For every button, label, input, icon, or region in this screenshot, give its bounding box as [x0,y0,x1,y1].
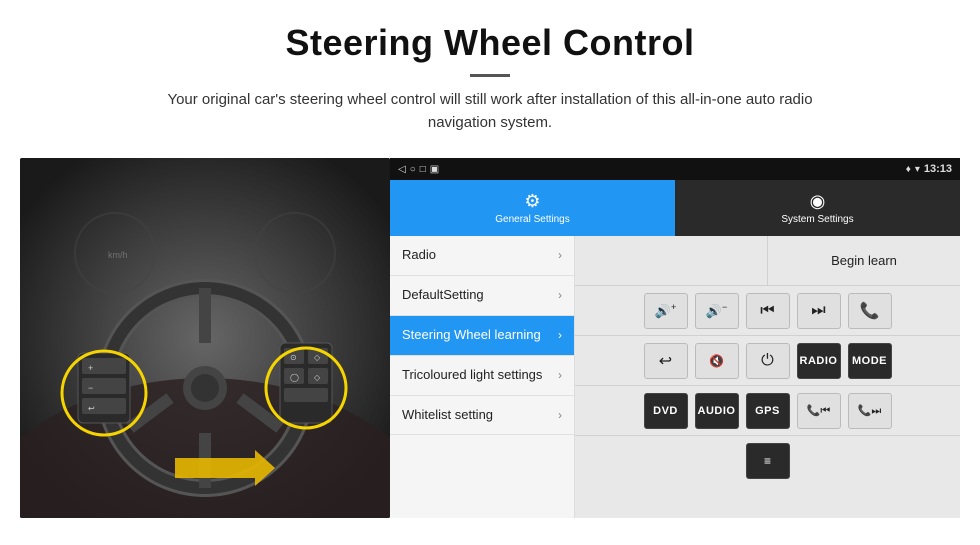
menu-item-steering-label: Steering Wheel learning [402,327,558,344]
content-area: + − ↩ ⊙ ◇ ◯ ◇ [20,158,960,518]
menu-item-whitelist-label: Whitelist setting [402,407,558,424]
mute-icon: 🔇 [709,354,724,368]
home-icon: ○ [410,164,416,175]
left-menu: Radio › DefaultSetting › Steering Wheel … [390,236,575,518]
list-icon: ≡ [764,454,771,468]
gps-label: GPS [755,405,780,417]
chevron-icon: › [558,368,562,382]
svg-text:◯: ◯ [290,373,299,382]
mode-button[interactable]: MODE [848,343,892,379]
page-header: Steering Wheel Control Your original car… [0,0,980,144]
vol-up-button[interactable]: 🔊+ [644,293,688,329]
answer-icon: ↩ [659,351,672,371]
power-icon: ⏻ [761,352,774,370]
tab-system-settings[interactable]: ◉ System Settings [675,180,960,236]
menu-item-radio-label: Radio [402,247,558,264]
svg-text:−: − [88,383,93,393]
chevron-icon: › [558,248,562,262]
main-body: Radio › DefaultSetting › Steering Wheel … [390,236,960,518]
right-panel: Begin learn 🔊+ 🔊− ⏮ ⏭ [575,236,960,518]
gps-button[interactable]: GPS [746,393,790,429]
dvd-label: DVD [653,405,678,417]
status-right: ♦ ▾ 13:13 [906,163,952,175]
control-row-2: 🔊+ 🔊− ⏮ ⏭ 📞 [575,286,960,336]
call-next-button[interactable]: 📞⏭ [848,393,892,429]
vol-down-icon: 🔊− [706,302,727,319]
nav-icons: ◁ ○ □ ▣ [398,164,439,175]
menu-item-whitelist[interactable]: Whitelist setting › [390,396,574,436]
system-settings-icon: ◉ [810,191,826,212]
svg-text:km/h: km/h [108,250,128,260]
menu-item-tricolour[interactable]: Tricoloured light settings › [390,356,574,396]
begin-learn-button[interactable]: Begin learn [768,236,960,285]
vol-up-icon: 🔊+ [655,302,676,319]
status-bar: ◁ ○ □ ▣ ♦ ▾ 13:13 [390,158,960,180]
page-title: Steering Wheel Control [20,22,960,64]
mute-button[interactable]: 🔇 [695,343,739,379]
vol-down-button[interactable]: 🔊− [695,293,739,329]
android-ui: ◁ ○ □ ▣ ♦ ▾ 13:13 ⚙ General Settings ◉ S… [390,158,960,518]
control-row-5: ≡ [575,436,960,486]
steering-wheel-illustration: + − ↩ ⊙ ◇ ◯ ◇ [20,158,390,518]
back-icon: ◁ [398,164,406,175]
radio-button[interactable]: RADIO [797,343,841,379]
mode-label: MODE [852,355,887,367]
prev-track-icon: ⏮ [760,302,774,320]
chevron-icon: › [558,408,562,422]
status-time: 13:13 [924,163,952,175]
tab-system-label: System Settings [781,214,853,225]
call-icon: 📞 [860,301,880,321]
menu-item-steering[interactable]: Steering Wheel learning › [390,316,574,356]
tab-general-settings[interactable]: ⚙ General Settings [390,180,675,236]
title-divider [470,74,510,77]
control-row-3: ↩ 🔇 ⏻ RADIO MODE [575,336,960,386]
chevron-icon: › [558,288,562,302]
call-next-icon: 📞⏭ [858,404,882,418]
page-subtitle: Your original car's steering wheel contr… [140,89,840,134]
svg-text:+: + [88,363,93,373]
menu-item-tricolour-label: Tricoloured light settings [402,367,558,384]
tab-bar: ⚙ General Settings ◉ System Settings [390,180,960,236]
chevron-icon: › [558,328,562,342]
menu-item-default-label: DefaultSetting [402,287,558,304]
control-row-1: Begin learn [575,236,960,286]
empty-cell-1 [575,236,768,285]
menu-item-default-setting[interactable]: DefaultSetting › [390,276,574,316]
prev-track-button[interactable]: ⏮ [746,293,790,329]
recents-icon: □ [420,164,426,175]
tab-general-label: General Settings [495,214,570,225]
dvd-button[interactable]: DVD [644,393,688,429]
begin-learn-label: Begin learn [831,253,897,268]
audio-label: AUDIO [698,405,736,417]
power-button[interactable]: ⏻ [746,343,790,379]
control-row-4: DVD AUDIO GPS 📞⏮ 📞⏭ [575,386,960,436]
call-prev-icon: 📞⏮ [807,404,831,418]
general-settings-icon: ⚙ [524,191,540,212]
car-image: + − ↩ ⊙ ◇ ◯ ◇ [20,158,390,518]
svg-text:◇: ◇ [314,353,321,362]
menu-icon: ▣ [430,164,439,175]
menu-item-radio[interactable]: Radio › [390,236,574,276]
svg-text:◇: ◇ [314,373,321,382]
call-prev-button[interactable]: 📞⏮ [797,393,841,429]
call-button[interactable]: 📞 [848,293,892,329]
signal-icon: ▾ [915,164,920,175]
radio-label: RADIO [800,355,838,367]
svg-text:⊙: ⊙ [290,353,297,362]
location-icon: ♦ [906,164,911,175]
audio-button[interactable]: AUDIO [695,393,739,429]
list-button[interactable]: ≡ [746,443,790,479]
next-track-button[interactable]: ⏭ [797,293,841,329]
svg-text:↩: ↩ [88,404,95,413]
next-track-icon: ⏭ [811,302,825,320]
answer-button[interactable]: ↩ [644,343,688,379]
